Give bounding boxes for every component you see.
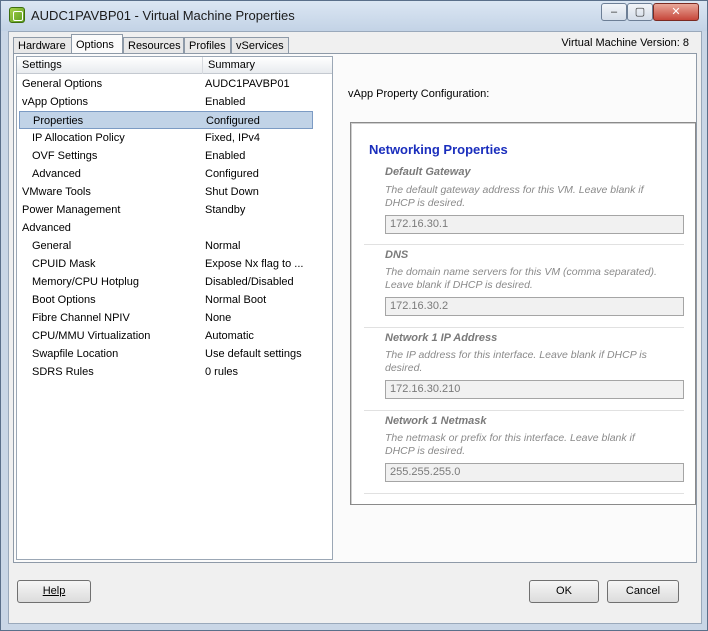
setting-summary: Enabled bbox=[205, 96, 246, 108]
setting-summary: Use default settings bbox=[205, 348, 302, 360]
setting-name: Power Management bbox=[22, 204, 121, 216]
setting-summary: Automatic bbox=[205, 330, 254, 342]
list-item-boot-options[interactable]: Boot Options Normal Boot bbox=[17, 291, 332, 309]
settings-list: Settings Summary General Options AUDC1PAV… bbox=[16, 56, 333, 560]
network-1-netmask-field[interactable]: 255.255.255.0 bbox=[385, 463, 684, 482]
list-item-sdrs-rules[interactable]: SDRS Rules 0 rules bbox=[17, 363, 332, 381]
list-item-fibre-channel-npiv[interactable]: Fibre Channel NPIV None bbox=[17, 309, 332, 327]
property-name: Default Gateway bbox=[385, 166, 471, 178]
setting-name: Memory/CPU Hotplug bbox=[32, 276, 139, 288]
help-button[interactable]: Help bbox=[17, 580, 91, 603]
property-dns: DNS The domain name servers for this VM … bbox=[364, 245, 684, 328]
section-title: Networking Properties bbox=[369, 142, 508, 157]
setting-name: Advanced bbox=[22, 222, 71, 234]
list-item-swapfile-location[interactable]: Swapfile Location Use default settings bbox=[17, 345, 332, 363]
vapp-properties-panel: Networking Properties Default Gateway Th… bbox=[350, 122, 696, 505]
setting-summary: Normal bbox=[205, 240, 241, 252]
setting-name: Boot Options bbox=[32, 294, 96, 306]
dialog-client-area: Hardware Options Resources Profiles vSer… bbox=[8, 31, 702, 624]
property-description: The netmask or prefix for this interface… bbox=[385, 432, 635, 457]
setting-name: Properties bbox=[33, 115, 84, 127]
list-item-advanced[interactable]: Advanced bbox=[17, 219, 332, 237]
property-name: DNS bbox=[385, 249, 409, 261]
setting-summary: 0 rules bbox=[205, 366, 239, 378]
setting-name: SDRS Rules bbox=[32, 366, 94, 378]
setting-summary: Normal Boot bbox=[205, 294, 267, 306]
list-item-cpuid-mask[interactable]: CPUID Mask Expose Nx flag to ... bbox=[17, 255, 332, 273]
property-network-1-ip-address: Network 1 IP Address The IP address for … bbox=[364, 328, 684, 411]
vsphere-app-icon bbox=[9, 7, 25, 23]
list-item-memory-cpu-hotplug[interactable]: Memory/CPU Hotplug Disabled/Disabled bbox=[17, 273, 332, 291]
vapp-property-config-label: vApp Property Configuration: bbox=[348, 88, 490, 100]
property-name: Network 1 IP Address bbox=[385, 332, 498, 344]
vm-version-label: Virtual Machine Version: 8 bbox=[561, 37, 689, 49]
help-button-label: Help bbox=[42, 585, 66, 597]
setting-summary: Configured bbox=[206, 115, 260, 127]
list-item-properties[interactable]: Properties Configured bbox=[19, 111, 313, 129]
close-button[interactable]: ✕ bbox=[653, 3, 699, 21]
window-title: AUDC1PAVBP01 - Virtual Machine Propertie… bbox=[31, 8, 295, 23]
options-tab-page: Settings Summary General Options AUDC1PAV… bbox=[13, 53, 697, 563]
network-1-ip-address-field[interactable]: 172.16.30.210 bbox=[385, 380, 684, 399]
setting-summary: None bbox=[205, 312, 232, 324]
setting-name: General Options bbox=[22, 78, 103, 90]
property-name: Network 1 Netmask bbox=[385, 415, 487, 427]
property-network-1-netmask: Network 1 Netmask The netmask or prefix … bbox=[364, 411, 684, 494]
list-item-ovf-settings[interactable]: OVF Settings Enabled bbox=[17, 147, 332, 165]
setting-summary: Disabled/Disabled bbox=[205, 276, 294, 288]
property-default-gateway: Default Gateway The default gateway addr… bbox=[364, 163, 684, 245]
vm-properties-window: AUDC1PAVBP01 - Virtual Machine Propertie… bbox=[0, 0, 708, 631]
column-header-summary[interactable]: Summary bbox=[203, 57, 332, 74]
setting-name: CPU/MMU Virtualization bbox=[32, 330, 151, 342]
setting-summary: Fixed, IPv4 bbox=[205, 132, 261, 144]
setting-name: Advanced bbox=[32, 168, 81, 180]
setting-summary: Configured bbox=[205, 168, 259, 180]
property-description: The domain name servers for this VM (com… bbox=[385, 266, 657, 291]
list-item-power-management[interactable]: Power Management Standby bbox=[17, 201, 332, 219]
setting-summary: Expose Nx flag to ... bbox=[205, 258, 304, 270]
list-item-general-options[interactable]: General Options AUDC1PAVBP01 bbox=[17, 75, 332, 93]
list-item-vapp-options[interactable]: vApp Options Enabled bbox=[17, 93, 332, 111]
list-item-ip-allocation-policy[interactable]: IP Allocation Policy Fixed, IPv4 bbox=[17, 129, 332, 147]
default-gateway-field[interactable]: 172.16.30.1 bbox=[385, 215, 684, 234]
setting-name: General bbox=[32, 240, 72, 252]
setting-name: vApp Options bbox=[22, 96, 89, 108]
list-item-vmware-tools[interactable]: VMware Tools Shut Down bbox=[17, 183, 332, 201]
column-header-settings[interactable]: Settings bbox=[17, 57, 203, 74]
list-item-cpu-mmu-virtualization[interactable]: CPU/MMU Virtualization Automatic bbox=[17, 327, 332, 345]
setting-name: VMware Tools bbox=[22, 186, 91, 198]
dns-field[interactable]: 172.16.30.2 bbox=[385, 297, 684, 316]
setting-summary: Standby bbox=[205, 204, 246, 216]
minimize-button[interactable]: – bbox=[601, 3, 627, 21]
setting-name: OVF Settings bbox=[32, 150, 98, 162]
list-item-general[interactable]: General Normal bbox=[17, 237, 332, 255]
settings-list-header: Settings Summary bbox=[17, 57, 332, 74]
setting-name: CPUID Mask bbox=[32, 258, 96, 270]
setting-name: IP Allocation Policy bbox=[32, 132, 125, 144]
setting-summary: AUDC1PAVBP01 bbox=[205, 78, 290, 90]
setting-name: Fibre Channel NPIV bbox=[32, 312, 130, 324]
property-description: The IP address for this interface. Leave… bbox=[385, 349, 647, 374]
maximize-button[interactable]: ▢ bbox=[627, 3, 653, 21]
cancel-button[interactable]: Cancel bbox=[607, 580, 679, 603]
setting-summary: Enabled bbox=[205, 150, 246, 162]
title-bar[interactable]: AUDC1PAVBP01 - Virtual Machine Propertie… bbox=[1, 1, 707, 31]
list-item-vapp-advanced[interactable]: Advanced Configured bbox=[17, 165, 332, 183]
properties-scroll-area[interactable]: Networking Properties Default Gateway Th… bbox=[359, 123, 689, 503]
setting-summary: Shut Down bbox=[205, 186, 259, 198]
setting-name: Swapfile Location bbox=[32, 348, 119, 360]
ok-button[interactable]: OK bbox=[529, 580, 599, 603]
property-description: The default gateway address for this VM.… bbox=[385, 184, 644, 209]
